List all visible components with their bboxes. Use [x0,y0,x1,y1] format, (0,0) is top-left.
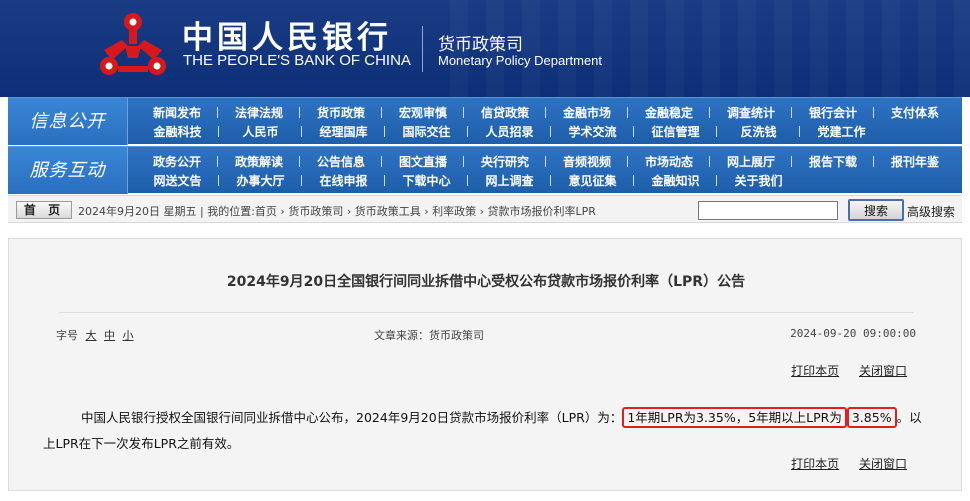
breadcrumb-item-rate-policy[interactable]: 利率政策 [432,205,476,218]
nav-item-online-filing[interactable]: 在线申报 [302,172,385,189]
current-date: 2024年9月20日 星期五 [78,205,197,218]
font-size-medium-link[interactable]: 中 [104,329,115,342]
nav-item-audio-video[interactable]: 音频视频 [546,153,628,170]
nav-item-bank-accounting[interactable]: 银行会计 [792,104,874,121]
site-header: 中国人民银行 THE PEOPLE'S BANK OF CHINA 货币政策司 … [0,0,970,97]
nav-item-recruitment[interactable]: 人员招录 [468,123,551,140]
font-size-large-link[interactable]: 大 [86,329,97,342]
pboc-logo-icon[interactable] [98,10,168,78]
body-prefix: 中国人民银行授权全国银行间同业拆借中心公布，2024年9月20日贷款市场报价利率… [81,410,623,425]
nav-item-academic[interactable]: 学术交流 [551,123,634,140]
nav-item-about-us[interactable]: 关于我们 [717,172,800,189]
nav-item-treasury[interactable]: 经理国库 [302,123,385,140]
title-divider [59,312,913,313]
article-meta: 字号 大 中 小 文章来源：货币政策司 2024-09-20 09:00:00 [56,327,916,343]
nav-row: 金融科技 人民币 经理国库 国际交往 人员招录 学术交流 征信管理 反洗钱 党建… [136,122,956,140]
nav-item-service-hall[interactable]: 办事大厅 [219,172,302,189]
nav-item-macroprudential[interactable]: 宏观审慎 [382,104,464,121]
nav-item-international[interactable]: 国际交往 [385,123,468,140]
breadcrumb-separator: › [424,205,433,218]
nav-item-announcements[interactable]: 公告信息 [300,153,382,170]
close-window-link[interactable]: 关闭窗口 [859,457,907,471]
search-input[interactable] [698,201,838,220]
nav-row: 政务公开 政策解读 公告信息 图文直播 央行研究 音频视频 市场动态 网上展厅 … [136,152,956,170]
page: 中国人民银行 THE PEOPLE'S BANK OF CHINA 货币政策司 … [0,0,970,501]
breadcrumb-separator: › [479,205,488,218]
breadcrumb-item-lpr[interactable]: 贷款市场报价利率LPR [488,205,596,218]
print-page-link[interactable]: 打印本页 [791,364,839,378]
nav-row: 新闻发布 法律法规 货币政策 宏观审慎 信贷政策 金融市场 金融稳定 调查统计 … [136,103,956,121]
nav-service-interaction: 服务互动 政务公开 政策解读 公告信息 图文直播 央行研究 音频视频 市场动态 … [8,146,962,194]
print-page-link[interactable]: 打印本页 [791,457,839,471]
nav-item-laws[interactable]: 法律法规 [218,104,300,121]
header-divider [422,26,423,72]
nav-item-policy-interpretation[interactable]: 政策解读 [218,153,300,170]
location-label: 我的位置: [207,205,255,218]
nav-item-fintech[interactable]: 金融科技 [136,123,219,140]
breadcrumb-separator: › [346,205,355,218]
nav-item-market-news[interactable]: 市场动态 [628,153,710,170]
nav-item-news-release[interactable]: 新闻发布 [136,104,218,121]
nav-item-download-center[interactable]: 下载中心 [385,172,468,189]
nav-item-gov-affairs[interactable]: 政务公开 [136,153,218,170]
breadcrumb-item-home[interactable]: 首页 [255,205,277,218]
nav-item-rmb[interactable]: 人民币 [219,123,302,140]
font-size-control: 字号 大 中 小 [56,327,134,343]
breadcrumb-item-dept[interactable]: 货币政策司 [288,205,343,218]
nav-item-research[interactable]: 央行研究 [464,153,546,170]
close-window-link[interactable]: 关闭窗口 [859,364,907,378]
nav-item-financial-market[interactable]: 金融市场 [546,104,628,121]
article-date: 2024-09-20 09:00:00 [790,327,916,340]
nav-section-title: 信息公开 [8,98,128,145]
nav-row: 网送文告 办事大厅 在线申报 下载中心 网上调查 意见征集 金融知识 关于我们 [136,171,956,189]
article-title: 2024年9月20日全国银行间同业拆借中心受权公布贷款市场报价利率（LPR）公告 [226,274,746,290]
nav-item-payment-system[interactable]: 支付体系 [874,104,956,121]
nav-section-title: 服务互动 [8,147,128,194]
nav-info-public: 信息公开 新闻发布 法律法规 货币政策 宏观审慎 信贷政策 金融市场 金融稳定 … [8,97,962,145]
nav-item-announcement-delivery[interactable]: 网送文告 [136,172,219,189]
nav-item-yearbooks[interactable]: 报刊年鉴 [874,153,956,170]
nav-item-feedback[interactable]: 意见征集 [551,172,634,189]
nav-item-online-survey[interactable]: 网上调查 [468,172,551,189]
department-name-en: Monetary Policy Department [438,53,603,68]
nav-item-anti-money-laundering[interactable]: 反洗钱 [717,123,800,140]
article-panel: 2024年9月20日全国银行间同业拆借中心受权公布贷款市场报价利率（LPR）公告… [8,238,962,491]
nav-item-monetary-policy[interactable]: 货币政策 [300,104,382,121]
bank-name-cn: 中国人民银行 [182,20,392,56]
article-actions-bottom: 打印本页 关闭窗口 [775,455,907,472]
nav-item-credit-policy[interactable]: 信贷政策 [464,104,546,121]
advanced-search-link[interactable]: 高级搜索 [907,203,955,220]
nav-item-financial-knowledge[interactable]: 金融知识 [634,172,717,189]
nav-item-report-download[interactable]: 报告下载 [792,153,874,170]
article-source: 文章来源：货币政策司 [374,329,484,342]
breadcrumb-item-tools[interactable]: 货币政策工具 [355,205,421,218]
department-name-cn: 货币政策司 [438,35,523,55]
breadcrumb-bar: 首 页 2024年9月20日 星期五 | 我的位置:首页 › 货币政策司 › 货… [8,195,962,223]
breadcrumb: 2024年9月20日 星期五 | 我的位置:首页 › 货币政策司 › 货币政策工… [78,205,596,218]
bank-name-en: THE PEOPLE'S BANK OF CHINA [183,52,411,69]
nav-item-financial-stability[interactable]: 金融稳定 [628,104,710,121]
nav-item-party-building[interactable]: 党建工作 [800,123,883,140]
article-body: 中国人民银行授权全国银行间同业拆借中心公布，2024年9月20日贷款市场报价利率… [43,405,923,457]
highlight-lpr-rates: 1年期LPR为3.35%，5年期以上LPR为 [622,407,847,428]
article-actions-top: 打印本页 关闭窗口 [775,362,907,379]
home-button[interactable]: 首 页 [16,201,72,219]
highlight-5y-rate: 3.85% [846,407,897,428]
font-size-label: 字号 [56,329,78,342]
nav-item-online-exhibition[interactable]: 网上展厅 [710,153,792,170]
font-size-small-link[interactable]: 小 [123,329,134,342]
nav-item-credit-reference[interactable]: 征信管理 [634,123,717,140]
nav-item-statistics[interactable]: 调查统计 [710,104,792,121]
search-button[interactable]: 搜索 [848,199,904,221]
nav-item-live-broadcast[interactable]: 图文直播 [382,153,464,170]
